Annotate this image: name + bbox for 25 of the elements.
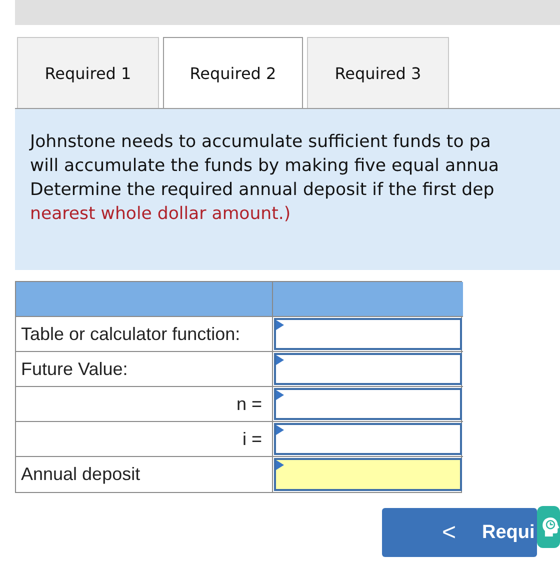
marker-icon xyxy=(276,390,284,400)
previous-button[interactable]: < Requi xyxy=(382,508,537,557)
question-text: Johnstone needs to accumulate sufficient funds to pa xyxy=(30,131,491,154)
input-field[interactable] xyxy=(274,458,462,491)
row-label: Future Value: xyxy=(16,352,273,387)
input-field[interactable] xyxy=(274,353,462,385)
chat-button[interactable] xyxy=(537,506,560,548)
marker-icon xyxy=(276,425,284,435)
row-label: n = xyxy=(16,387,273,422)
marker-icon xyxy=(276,320,284,330)
row-label: i = xyxy=(16,422,273,457)
marker-icon xyxy=(276,460,284,470)
input-field[interactable] xyxy=(274,423,462,455)
row-label: Table or calculator function: xyxy=(16,317,273,352)
question-text: will accumulate the funds by making five equal annua xyxy=(30,155,500,178)
head-icon xyxy=(541,515,560,539)
tab[interactable]: Required 3 xyxy=(307,37,449,108)
tab[interactable]: Required 1 xyxy=(17,37,159,108)
input-field[interactable] xyxy=(274,318,462,350)
question-text: Determine the required annual deposit if the first dep xyxy=(30,179,494,202)
tab[interactable]: Required 2 xyxy=(163,37,303,108)
input-field[interactable] xyxy=(274,388,462,420)
instruction-text: nearest whole dollar amount.) xyxy=(30,203,291,226)
marker-icon xyxy=(276,355,284,365)
row-label: Annual deposit xyxy=(16,457,273,492)
